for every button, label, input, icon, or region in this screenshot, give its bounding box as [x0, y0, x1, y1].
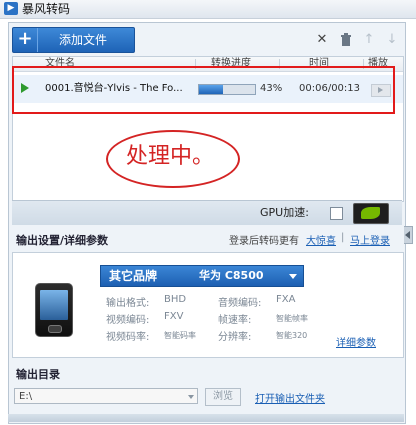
param-value: 智能帧率: [276, 314, 308, 323]
param-value: FXA: [276, 294, 296, 305]
param-value: BHD: [164, 294, 187, 305]
param-label: 输出格式:: [106, 298, 150, 309]
plus-icon: +: [13, 28, 38, 52]
brand-name: 其它品牌: [109, 269, 158, 283]
param-value: FXV: [164, 311, 184, 322]
close-icon[interactable]: ✕: [315, 33, 329, 47]
browse-button[interactable]: 浏览: [205, 388, 241, 406]
device-model: 华为 C8500: [199, 269, 264, 282]
output-settings-title: 输出设置/详细参数: [16, 234, 109, 247]
advanced-params-link[interactable]: 详细参数: [336, 334, 376, 349]
login-promo-text: 登录后转码更有: [229, 236, 299, 247]
param-value: 智能320: [276, 331, 308, 340]
title-bar: ▶ 暴风转码: [0, 0, 416, 19]
param-label: 视频编码:: [106, 315, 150, 326]
collapse-panel-button[interactable]: [404, 226, 413, 244]
phone-screen: [40, 290, 68, 320]
device-brand-select[interactable]: 其它品牌 华为 C8500: [100, 265, 304, 287]
gpu-bar: GPU加速:: [12, 200, 402, 225]
param-label: 帧速率:: [218, 315, 252, 326]
param-label: 视频码率:: [106, 332, 150, 343]
add-file-button[interactable]: + 添加文件: [12, 27, 135, 53]
chevron-down-icon[interactable]: [188, 395, 194, 399]
phone-image: [35, 283, 73, 337]
bottom-strip: [8, 414, 404, 422]
chevron-left-icon: [405, 231, 410, 239]
gpu-label: GPU加速:: [260, 206, 309, 219]
output-dir-input[interactable]: E:\: [14, 388, 198, 404]
login-now-link[interactable]: 马上登录: [350, 232, 390, 247]
trash-icon[interactable]: [339, 33, 353, 47]
app-logo-icon: ▶: [4, 2, 18, 15]
add-file-label: 添加文件: [59, 33, 108, 47]
arrow-up-icon[interactable]: ↑: [362, 33, 376, 47]
nvidia-logo-icon[interactable]: [353, 203, 389, 224]
open-output-folder-link[interactable]: 打开输出文件夹: [255, 390, 325, 405]
gpu-checkbox[interactable]: [330, 207, 343, 220]
surprise-link[interactable]: 大惊喜: [306, 232, 336, 247]
param-label: 音频编码:: [218, 298, 262, 309]
output-dir-title: 输出目录: [16, 368, 60, 381]
link-separator: |: [341, 232, 345, 243]
arrow-down-icon[interactable]: ↓: [385, 33, 399, 47]
phone-home-button: [48, 325, 62, 333]
chevron-down-icon: [289, 274, 297, 279]
param-value: 智能码率: [164, 331, 196, 340]
window-title: 暴风转码: [22, 2, 71, 16]
annotation-highlight-box: [12, 66, 395, 114]
param-label: 分辨率:: [218, 332, 252, 343]
annotation-text: 处理中。: [126, 144, 215, 169]
